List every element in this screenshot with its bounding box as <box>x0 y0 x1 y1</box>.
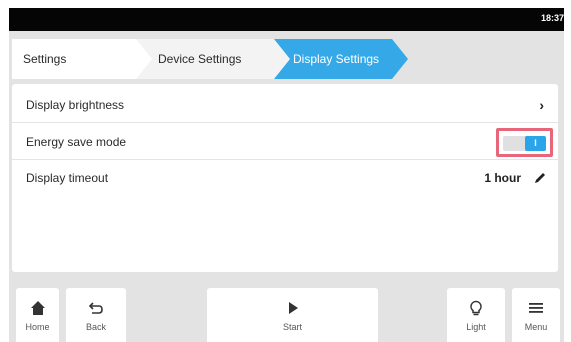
setting-label: Energy save mode <box>26 134 127 149</box>
menu-button[interactable]: Menu <box>512 288 560 342</box>
bottom-bar: Home Back Start Light Menu <box>9 278 564 342</box>
status-bar: 18:37 <box>9 8 564 31</box>
back-label: Back <box>85 322 106 332</box>
back-button[interactable]: Back <box>66 288 126 342</box>
light-label: Light <box>466 322 486 332</box>
device-screen: 18:37 Settings Device Settings Display S… <box>9 8 564 342</box>
menu-label: Menu <box>524 322 548 332</box>
hamburger-menu-icon <box>529 299 543 317</box>
home-button[interactable]: Home <box>16 288 59 342</box>
home-label: Home <box>25 322 50 332</box>
play-icon <box>286 299 300 317</box>
light-button[interactable]: Light <box>447 288 505 342</box>
breadcrumb-device-settings[interactable]: Device Settings <box>132 39 290 79</box>
chevron-right-icon: › <box>539 96 544 113</box>
breadcrumb-display-settings[interactable]: Display Settings <box>270 39 408 79</box>
setting-row-display-timeout[interactable]: Display timeout 1 hour <box>12 160 558 196</box>
breadcrumb-settings[interactable]: Settings <box>12 39 152 79</box>
back-arrow-icon <box>88 299 104 317</box>
settings-list: Display brightness › Energy save mode I … <box>12 84 558 272</box>
toggle-knob: I <box>525 136 546 151</box>
home-icon <box>30 299 46 317</box>
lightbulb-icon <box>469 299 483 317</box>
breadcrumb: Settings Device Settings Display Setting… <box>12 39 561 79</box>
setting-row-display-brightness[interactable]: Display brightness › <box>12 87 558 123</box>
setting-label: Display brightness <box>26 97 125 112</box>
toggle-highlight: I <box>496 128 553 157</box>
start-label: Start <box>282 322 302 332</box>
pencil-icon[interactable] <box>533 171 547 185</box>
breadcrumb-label: Device Settings <box>158 52 242 66</box>
setting-row-energy-save-mode: Energy save mode I <box>12 124 558 160</box>
clock: 18:37 <box>540 13 564 23</box>
setting-label: Display timeout <box>26 171 109 185</box>
start-button[interactable]: Start <box>207 288 378 342</box>
energy-save-toggle[interactable]: I <box>503 136 546 151</box>
breadcrumb-label: Settings <box>23 52 67 66</box>
setting-value: 1 hour <box>484 171 521 185</box>
breadcrumb-label: Display Settings <box>293 52 380 66</box>
